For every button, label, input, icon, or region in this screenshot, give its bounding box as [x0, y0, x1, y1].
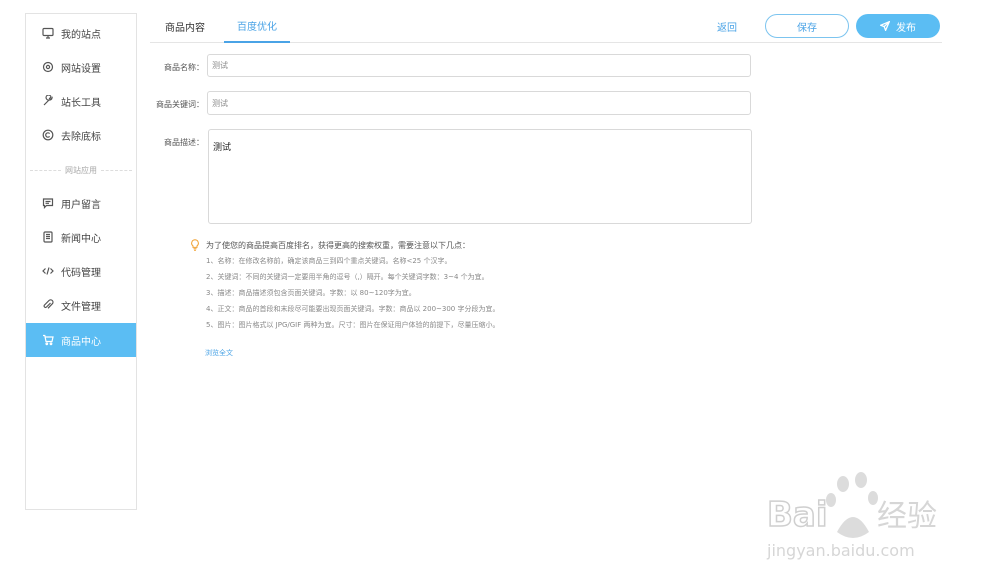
svg-text:jingyan.baidu.com: jingyan.baidu.com: [766, 541, 915, 560]
lightbulb-icon: [191, 239, 199, 251]
monitor-icon: [42, 27, 54, 39]
sidebar-item-my-site[interactable]: 我的站点: [26, 16, 136, 50]
svg-text:经验: 经验: [877, 499, 937, 534]
svg-text:Bai: Bai: [767, 495, 828, 535]
sidebar-item-label: 我的站点: [61, 29, 101, 41]
product-name-input[interactable]: 测试: [207, 54, 751, 77]
product-keywords-input[interactable]: 测试: [207, 91, 751, 115]
sidebar-section-divider: 网站应用: [26, 164, 136, 176]
message-icon: [42, 197, 54, 209]
tab-product-content[interactable]: 商品内容: [160, 10, 210, 43]
sidebar-item-label: 网站设置: [61, 63, 101, 75]
wrench-icon: [42, 95, 54, 107]
tip-line: 2、关键词：不同的关键词一定要用半角的逗号（,）隔开。每个关键词字数：3~4 个…: [206, 273, 489, 281]
product-description-label: 商品描述：: [164, 138, 204, 147]
sidebar: 我的站点 网站设置 站长工具 去除底标 网站应用 用户留言 新闻中心 代码管理 …: [25, 13, 137, 510]
page: 我的站点 网站设置 站长工具 去除底标 网站应用 用户留言 新闻中心 代码管理 …: [0, 0, 1000, 581]
tip-line: 5、图片：图片格式以 JPG/GIF 两种为宜。尺寸：图片在保证用户体验的前提下…: [206, 321, 500, 329]
sidebar-item-news-center[interactable]: 新闻中心: [26, 220, 136, 254]
tab-baidu-optimization[interactable]: 百度优化: [224, 10, 290, 43]
product-name-label: 商品名称：: [164, 63, 204, 72]
sidebar-item-remove-footer[interactable]: 去除底标: [26, 118, 136, 152]
copyright-icon: [42, 129, 54, 141]
save-button[interactable]: 保存: [765, 14, 849, 38]
read-full-text-link[interactable]: 浏览全文: [205, 348, 233, 358]
tip-line: 4、正文：商品的首段和末段尽可能要出现页面关键词。字数：商品以 200~300 …: [206, 305, 500, 313]
cart-icon: [42, 334, 54, 346]
sidebar-item-webmaster-tools[interactable]: 站长工具: [26, 84, 136, 118]
publish-label: 发布: [896, 22, 916, 34]
tip-line: 1、名称：在修改名称前，确定该商品三到四个重点关键词。名称<25 个汉字。: [206, 257, 452, 265]
publish-button[interactable]: 发布: [856, 14, 940, 38]
product-description-textarea[interactable]: 测试: [208, 129, 752, 224]
gear-icon: [42, 61, 54, 73]
back-link[interactable]: 返回: [717, 19, 737, 34]
sidebar-item-product-center[interactable]: 商品中心: [26, 323, 136, 357]
sidebar-item-label: 去除底标: [61, 131, 101, 143]
product-description-value: 测试: [213, 143, 232, 153]
sidebar-item-user-messages[interactable]: 用户留言: [26, 186, 136, 220]
code-icon: [42, 265, 54, 277]
product-name-placeholder: 测试: [212, 61, 228, 70]
sidebar-item-file-management[interactable]: 文件管理: [26, 288, 136, 322]
send-icon: [880, 21, 890, 31]
sidebar-item-label: 站长工具: [61, 97, 101, 109]
sidebar-item-label: 代码管理: [61, 267, 101, 279]
sidebar-item-code-management[interactable]: 代码管理: [26, 254, 136, 288]
paperclip-icon: [42, 299, 54, 311]
baidu-jingyan-watermark: Bai 经验 jingyan.baidu.com: [766, 472, 937, 560]
sidebar-item-label: 用户留言: [61, 199, 101, 211]
tips-heading: 为了使您的商品提高百度排名，获得更高的搜索权重，需要注意以下几点：: [206, 241, 470, 250]
sidebar-item-label: 文件管理: [61, 301, 101, 313]
sidebar-item-label: 商品中心: [61, 336, 101, 348]
sidebar-section-label: 网站应用: [65, 165, 97, 175]
tip-line: 3、描述：商品描述须包含页面关键词。字数：以 80~120字为宜。: [206, 289, 416, 297]
sidebar-item-site-settings[interactable]: 网站设置: [26, 50, 136, 84]
news-icon: [42, 231, 54, 243]
sidebar-item-label: 新闻中心: [61, 233, 101, 245]
product-keywords-placeholder: 测试: [212, 98, 228, 108]
product-keywords-label: 商品关键词：: [156, 100, 204, 109]
